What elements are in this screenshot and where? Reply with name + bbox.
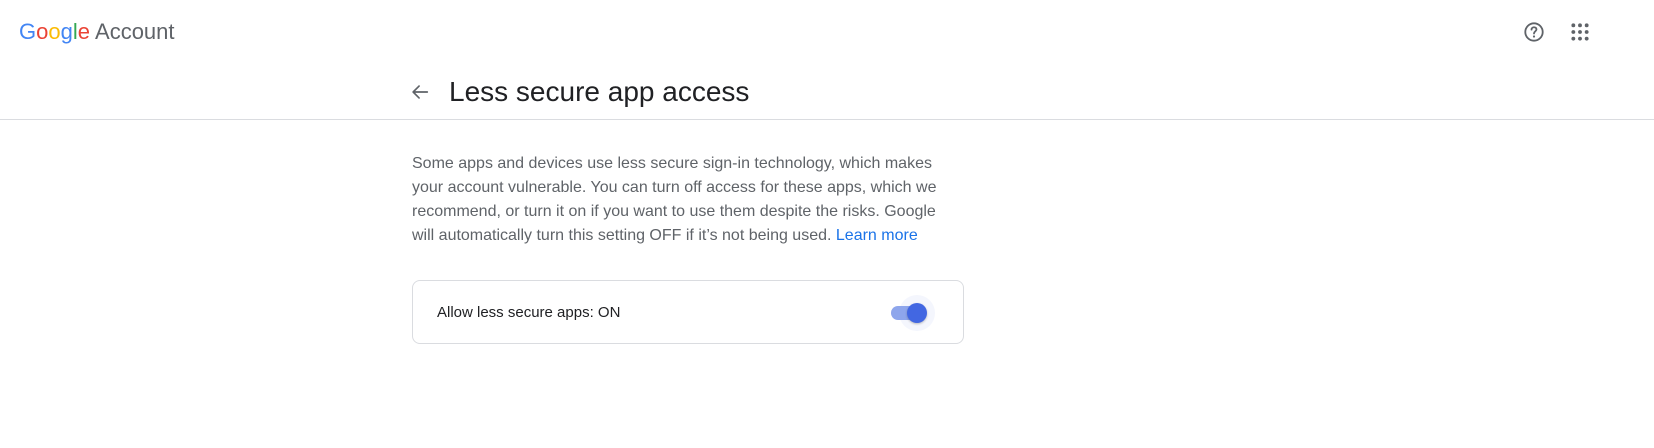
apps-grid-icon [1571,23,1589,41]
setting-card: Allow less secure apps: ON [412,280,964,344]
setting-label: Allow less secure apps: ON [437,304,621,321]
top-bar: Google Account [0,0,1654,64]
toggle-thumb [907,303,927,323]
page-title: Less secure app access [449,76,750,107]
arrow-back-icon [412,85,429,99]
google-account-logo[interactable]: Google Account [19,17,175,47]
apps-button[interactable] [1560,12,1600,52]
description-text: Some apps and devices use less secure si… [412,152,952,248]
account-label: Account [95,19,175,44]
help-button[interactable] [1514,12,1554,52]
google-wordmark: Google [19,19,91,44]
learn-more-link[interactable]: Learn more [836,227,918,244]
back-button[interactable] [400,72,440,112]
page-header: Less secure app access [0,64,1654,120]
help-circle-icon [1524,22,1544,42]
allow-less-secure-apps-toggle[interactable] [891,295,935,331]
